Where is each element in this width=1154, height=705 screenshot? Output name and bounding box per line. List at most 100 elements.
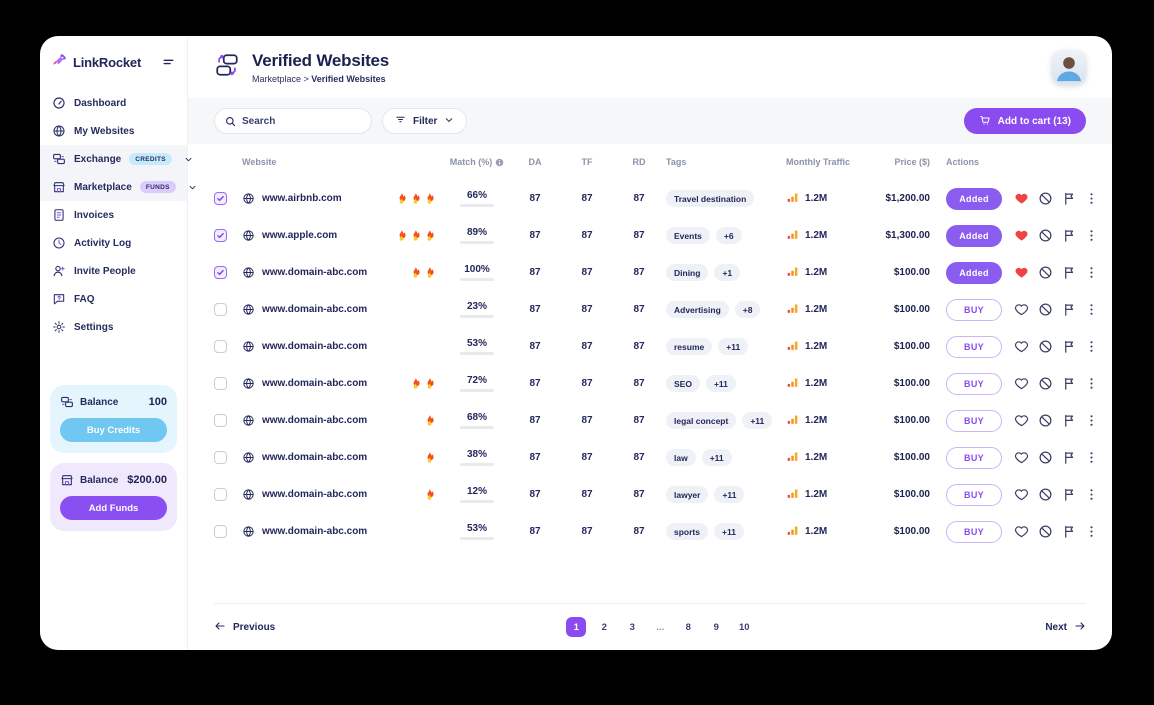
favorite-heart-icon[interactable] xyxy=(1014,191,1029,206)
match-percent[interactable]: 38% xyxy=(467,449,487,460)
hide-ban-icon[interactable] xyxy=(1038,376,1053,391)
row-checkbox[interactable] xyxy=(214,488,227,501)
hide-ban-icon[interactable] xyxy=(1038,302,1053,317)
page-button-2[interactable]: 2 xyxy=(594,617,614,637)
search-input[interactable] xyxy=(242,116,361,127)
page-button-3[interactable]: 3 xyxy=(622,617,642,637)
website-url[interactable]: www.domain-abc.com xyxy=(262,341,367,352)
sidebar-item-invite-people[interactable]: Invite People xyxy=(40,257,187,285)
info-icon[interactable] xyxy=(495,158,504,167)
sidebar-item-faq[interactable]: FAQ xyxy=(40,285,187,313)
hide-ban-icon[interactable] xyxy=(1038,265,1053,280)
report-flag-icon[interactable] xyxy=(1062,302,1077,317)
buy-added-button[interactable]: Added xyxy=(946,225,1002,247)
row-menu-kebab-icon[interactable] xyxy=(1084,524,1099,539)
row-menu-kebab-icon[interactable] xyxy=(1084,191,1099,206)
favorite-heart-icon[interactable] xyxy=(1014,302,1029,317)
website-url[interactable]: www.airbnb.com xyxy=(262,193,342,204)
match-percent[interactable]: 12% xyxy=(467,486,487,497)
tag-chip[interactable]: legal concept xyxy=(666,412,736,429)
website-url[interactable]: www.domain-abc.com xyxy=(262,452,367,463)
tag-more-chip[interactable]: +6 xyxy=(716,227,742,244)
row-checkbox[interactable] xyxy=(214,525,227,538)
tag-more-chip[interactable]: +11 xyxy=(714,523,744,540)
row-menu-kebab-icon[interactable] xyxy=(1084,450,1099,465)
hide-ban-icon[interactable] xyxy=(1038,339,1053,354)
tag-chip[interactable]: resume xyxy=(666,338,712,355)
breadcrumb-parent[interactable]: Marketplace xyxy=(252,74,301,84)
favorite-heart-icon[interactable] xyxy=(1014,228,1029,243)
tag-more-chip[interactable]: +11 xyxy=(714,486,744,503)
match-percent[interactable]: 66% xyxy=(467,190,487,201)
previous-page-button[interactable]: Previous xyxy=(214,620,275,635)
report-flag-icon[interactable] xyxy=(1062,450,1077,465)
report-flag-icon[interactable] xyxy=(1062,413,1077,428)
hide-ban-icon[interactable] xyxy=(1038,191,1053,206)
row-checkbox[interactable] xyxy=(214,229,227,242)
row-menu-kebab-icon[interactable] xyxy=(1084,265,1099,280)
row-menu-kebab-icon[interactable] xyxy=(1084,487,1099,502)
tag-chip[interactable]: Advertising xyxy=(666,301,729,318)
sidebar-item-invoices[interactable]: Invoices xyxy=(40,201,187,229)
buy-added-button[interactable]: BUY xyxy=(946,373,1002,395)
page-button-10[interactable]: 10 xyxy=(734,617,754,637)
match-percent[interactable]: 89% xyxy=(467,227,487,238)
website-url[interactable]: www.domain-abc.com xyxy=(262,304,367,315)
match-percent[interactable]: 23% xyxy=(467,301,487,312)
match-percent[interactable]: 100% xyxy=(464,264,490,275)
favorite-heart-icon[interactable] xyxy=(1014,450,1029,465)
row-menu-kebab-icon[interactable] xyxy=(1084,413,1099,428)
match-percent[interactable]: 68% xyxy=(467,412,487,423)
tag-more-chip[interactable]: +1 xyxy=(714,264,740,281)
tag-chip[interactable]: law xyxy=(666,449,696,466)
favorite-heart-icon[interactable] xyxy=(1014,524,1029,539)
tag-more-chip[interactable]: +8 xyxy=(735,301,761,318)
filter-button[interactable]: Filter xyxy=(382,108,467,134)
report-flag-icon[interactable] xyxy=(1062,487,1077,502)
row-checkbox[interactable] xyxy=(214,266,227,279)
row-checkbox[interactable] xyxy=(214,303,227,316)
page-button-9[interactable]: 9 xyxy=(706,617,726,637)
favorite-heart-icon[interactable] xyxy=(1014,413,1029,428)
sidebar-item-marketplace[interactable]: Marketplace FUNDS xyxy=(40,173,187,201)
buy-added-button[interactable]: Added xyxy=(946,188,1002,210)
row-menu-kebab-icon[interactable] xyxy=(1084,376,1099,391)
row-checkbox[interactable] xyxy=(214,340,227,353)
tag-more-chip[interactable]: +11 xyxy=(702,449,732,466)
tag-chip[interactable]: sports xyxy=(666,523,708,540)
website-url[interactable]: www.domain-abc.com xyxy=(262,489,367,500)
hide-ban-icon[interactable] xyxy=(1038,487,1053,502)
row-menu-kebab-icon[interactable] xyxy=(1084,228,1099,243)
row-checkbox[interactable] xyxy=(214,192,227,205)
favorite-heart-icon[interactable] xyxy=(1014,487,1029,502)
page-button-8[interactable]: 8 xyxy=(678,617,698,637)
buy-added-button[interactable]: BUY xyxy=(946,484,1002,506)
report-flag-icon[interactable] xyxy=(1062,265,1077,280)
page-button-1[interactable]: 1 xyxy=(566,617,586,637)
tag-more-chip[interactable]: +11 xyxy=(718,338,748,355)
buy-added-button[interactable]: BUY xyxy=(946,447,1002,469)
tag-chip[interactable]: lawyer xyxy=(666,486,708,503)
hide-ban-icon[interactable] xyxy=(1038,450,1053,465)
website-url[interactable]: www.domain-abc.com xyxy=(262,415,367,426)
tag-chip[interactable]: Dining xyxy=(666,264,708,281)
hamburger-menu-icon[interactable] xyxy=(162,56,175,69)
buy-added-button[interactable]: BUY xyxy=(946,410,1002,432)
report-flag-icon[interactable] xyxy=(1062,191,1077,206)
buy-added-button[interactable]: Added xyxy=(946,262,1002,284)
favorite-heart-icon[interactable] xyxy=(1014,265,1029,280)
row-checkbox[interactable] xyxy=(214,451,227,464)
tag-chip[interactable]: Travel destination xyxy=(666,190,754,207)
tag-more-chip[interactable]: +11 xyxy=(706,375,736,392)
next-page-button[interactable]: Next xyxy=(1045,620,1086,635)
buy-added-button[interactable]: BUY xyxy=(946,299,1002,321)
website-url[interactable]: www.domain-abc.com xyxy=(262,378,367,389)
user-avatar[interactable] xyxy=(1052,50,1086,84)
report-flag-icon[interactable] xyxy=(1062,376,1077,391)
match-percent[interactable]: 53% xyxy=(467,523,487,534)
buy-added-button[interactable]: BUY xyxy=(946,336,1002,358)
hide-ban-icon[interactable] xyxy=(1038,228,1053,243)
website-url[interactable]: www.domain-abc.com xyxy=(262,526,367,537)
row-checkbox[interactable] xyxy=(214,377,227,390)
report-flag-icon[interactable] xyxy=(1062,339,1077,354)
